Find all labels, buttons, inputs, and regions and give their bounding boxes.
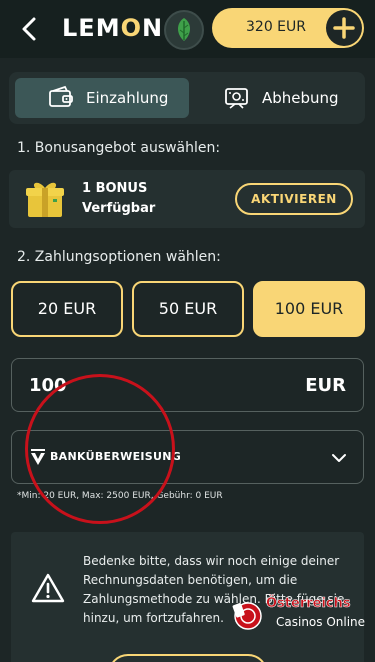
watermark-subtitle: Casinos Online	[276, 615, 366, 629]
chevron-down-icon	[332, 454, 346, 462]
lemon-logo[interactable]: LEMON	[62, 14, 163, 42]
bonus-status: Verfügbar	[82, 201, 156, 216]
balance-pill[interactable]: 320 EUR	[212, 8, 364, 48]
balance-amount: 320 EUR	[246, 19, 306, 35]
bonus-section-title: 1. Bonusangebot auswählen:	[17, 140, 221, 156]
tab-einzahlung[interactable]: Einzahlung	[15, 78, 189, 118]
add-billing-details-button[interactable]	[108, 654, 268, 662]
payment-section-title: 2. Zahlungsoptionen wählen:	[17, 249, 221, 265]
tab-abhebung[interactable]: Abhebung	[191, 78, 359, 118]
back-arrow-icon[interactable]	[18, 15, 42, 43]
leaf-icon[interactable]	[164, 10, 204, 50]
plus-icon	[333, 17, 355, 39]
bonus-card: 1 BONUS Verfügbar AKTIVIEREN	[9, 170, 365, 228]
gift-box-icon	[26, 182, 64, 217]
activate-button[interactable]: AKTIVIEREN	[235, 183, 353, 215]
tab-abhebung-label: Abhebung	[262, 89, 339, 107]
tab-einzahlung-label: Einzahlung	[86, 89, 169, 107]
highlight-circle	[25, 374, 175, 524]
add-funds-button[interactable]	[326, 10, 362, 46]
amount-20-button[interactable]: 20 EUR	[11, 281, 123, 337]
amount-100-button[interactable]: 100 EUR	[253, 281, 365, 337]
amount-currency: EUR	[305, 375, 346, 396]
deposit-withdraw-tabs: Einzahlung Abhebung	[9, 72, 365, 124]
top-bar: LEMON 320 EUR	[0, 0, 375, 58]
watermark-title: Österreichs	[266, 596, 351, 612]
withdraw-icon	[225, 88, 248, 109]
casino-chip-icon	[232, 602, 262, 630]
bonus-count: 1 BONUS	[82, 181, 148, 196]
amount-50-button[interactable]: 50 EUR	[132, 281, 244, 337]
wallet-icon	[49, 85, 73, 107]
warning-icon	[31, 573, 65, 603]
watermark: Österreichs Casinos Online	[224, 596, 370, 634]
